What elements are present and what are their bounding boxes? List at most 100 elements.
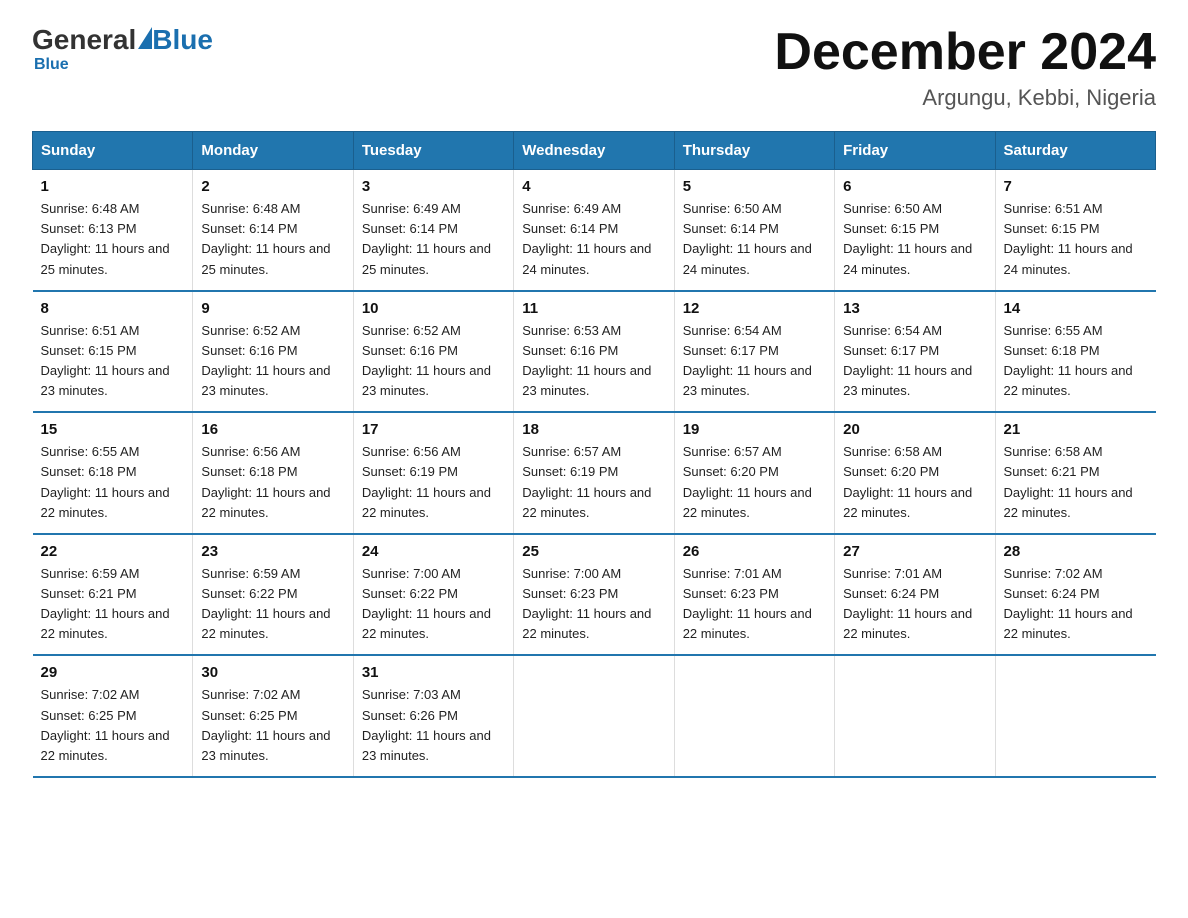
day-number: 26 [683, 543, 826, 560]
day-number: 9 [201, 300, 344, 317]
day-info: Sunrise: 6:49 AM Sunset: 6:14 PM Dayligh… [522, 199, 665, 280]
col-wednesday: Wednesday [514, 132, 674, 170]
day-number: 5 [683, 178, 826, 195]
day-info: Sunrise: 6:57 AM Sunset: 6:19 PM Dayligh… [522, 442, 665, 523]
day-number: 29 [41, 664, 185, 681]
day-number: 15 [41, 421, 185, 438]
calendar-day-cell: 12 Sunrise: 6:54 AM Sunset: 6:17 PM Dayl… [674, 291, 834, 413]
day-number: 31 [362, 664, 505, 681]
logo-blue-text: Blue [152, 24, 213, 56]
calendar-day-cell: 3 Sunrise: 6:49 AM Sunset: 6:14 PM Dayli… [353, 170, 513, 291]
logo: General Blue Blue [32, 24, 213, 74]
day-info: Sunrise: 7:03 AM Sunset: 6:26 PM Dayligh… [362, 685, 505, 766]
title-block: December 2024 Argungu, Kebbi, Nigeria [774, 24, 1156, 111]
calendar-day-cell: 14 Sunrise: 6:55 AM Sunset: 6:18 PM Dayl… [995, 291, 1155, 413]
calendar-day-cell: 6 Sunrise: 6:50 AM Sunset: 6:15 PM Dayli… [835, 170, 995, 291]
day-number: 22 [41, 543, 185, 560]
day-info: Sunrise: 7:01 AM Sunset: 6:24 PM Dayligh… [843, 564, 986, 645]
calendar-day-cell: 26 Sunrise: 7:01 AM Sunset: 6:23 PM Dayl… [674, 534, 834, 656]
day-info: Sunrise: 6:57 AM Sunset: 6:20 PM Dayligh… [683, 442, 826, 523]
calendar-day-cell: 27 Sunrise: 7:01 AM Sunset: 6:24 PM Dayl… [835, 534, 995, 656]
calendar-week-row: 29 Sunrise: 7:02 AM Sunset: 6:25 PM Dayl… [33, 655, 1156, 777]
day-info: Sunrise: 6:54 AM Sunset: 6:17 PM Dayligh… [843, 321, 986, 402]
col-friday: Friday [835, 132, 995, 170]
logo-subtitle: Blue [34, 56, 69, 74]
day-info: Sunrise: 6:52 AM Sunset: 6:16 PM Dayligh… [362, 321, 505, 402]
calendar-table: Sunday Monday Tuesday Wednesday Thursday… [32, 131, 1156, 778]
day-number: 6 [843, 178, 986, 195]
col-thursday: Thursday [674, 132, 834, 170]
day-number: 13 [843, 300, 986, 317]
calendar-day-cell: 1 Sunrise: 6:48 AM Sunset: 6:13 PM Dayli… [33, 170, 193, 291]
day-info: Sunrise: 7:02 AM Sunset: 6:25 PM Dayligh… [201, 685, 344, 766]
calendar-day-cell: 21 Sunrise: 6:58 AM Sunset: 6:21 PM Dayl… [995, 412, 1155, 534]
calendar-day-cell: 8 Sunrise: 6:51 AM Sunset: 6:15 PM Dayli… [33, 291, 193, 413]
calendar-day-cell: 9 Sunrise: 6:52 AM Sunset: 6:16 PM Dayli… [193, 291, 353, 413]
calendar-day-cell: 22 Sunrise: 6:59 AM Sunset: 6:21 PM Dayl… [33, 534, 193, 656]
col-sunday: Sunday [33, 132, 193, 170]
day-info: Sunrise: 6:56 AM Sunset: 6:19 PM Dayligh… [362, 442, 505, 523]
day-number: 28 [1004, 543, 1148, 560]
col-monday: Monday [193, 132, 353, 170]
day-number: 16 [201, 421, 344, 438]
day-info: Sunrise: 7:02 AM Sunset: 6:24 PM Dayligh… [1004, 564, 1148, 645]
day-info: Sunrise: 7:00 AM Sunset: 6:23 PM Dayligh… [522, 564, 665, 645]
day-number: 30 [201, 664, 344, 681]
day-number: 25 [522, 543, 665, 560]
calendar-day-cell: 11 Sunrise: 6:53 AM Sunset: 6:16 PM Dayl… [514, 291, 674, 413]
calendar-day-cell: 10 Sunrise: 6:52 AM Sunset: 6:16 PM Dayl… [353, 291, 513, 413]
calendar-day-cell [995, 655, 1155, 777]
day-info: Sunrise: 6:51 AM Sunset: 6:15 PM Dayligh… [1004, 199, 1148, 280]
day-number: 1 [41, 178, 185, 195]
calendar-header-row: Sunday Monday Tuesday Wednesday Thursday… [33, 132, 1156, 170]
calendar-day-cell: 4 Sunrise: 6:49 AM Sunset: 6:14 PM Dayli… [514, 170, 674, 291]
calendar-day-cell: 7 Sunrise: 6:51 AM Sunset: 6:15 PM Dayli… [995, 170, 1155, 291]
month-title: December 2024 [774, 24, 1156, 81]
day-info: Sunrise: 6:56 AM Sunset: 6:18 PM Dayligh… [201, 442, 344, 523]
day-number: 14 [1004, 300, 1148, 317]
calendar-day-cell: 28 Sunrise: 7:02 AM Sunset: 6:24 PM Dayl… [995, 534, 1155, 656]
calendar-day-cell: 29 Sunrise: 7:02 AM Sunset: 6:25 PM Dayl… [33, 655, 193, 777]
day-number: 4 [522, 178, 665, 195]
day-info: Sunrise: 6:52 AM Sunset: 6:16 PM Dayligh… [201, 321, 344, 402]
day-number: 7 [1004, 178, 1148, 195]
day-info: Sunrise: 6:54 AM Sunset: 6:17 PM Dayligh… [683, 321, 826, 402]
day-number: 17 [362, 421, 505, 438]
calendar-week-row: 8 Sunrise: 6:51 AM Sunset: 6:15 PM Dayli… [33, 291, 1156, 413]
day-number: 12 [683, 300, 826, 317]
calendar-week-row: 22 Sunrise: 6:59 AM Sunset: 6:21 PM Dayl… [33, 534, 1156, 656]
calendar-week-row: 1 Sunrise: 6:48 AM Sunset: 6:13 PM Dayli… [33, 170, 1156, 291]
calendar-day-cell: 18 Sunrise: 6:57 AM Sunset: 6:19 PM Dayl… [514, 412, 674, 534]
col-tuesday: Tuesday [353, 132, 513, 170]
day-number: 20 [843, 421, 986, 438]
day-info: Sunrise: 6:55 AM Sunset: 6:18 PM Dayligh… [1004, 321, 1148, 402]
day-number: 11 [522, 300, 665, 317]
day-info: Sunrise: 6:48 AM Sunset: 6:14 PM Dayligh… [201, 199, 344, 280]
calendar-day-cell: 2 Sunrise: 6:48 AM Sunset: 6:14 PM Dayli… [193, 170, 353, 291]
day-info: Sunrise: 6:50 AM Sunset: 6:15 PM Dayligh… [843, 199, 986, 280]
calendar-day-cell: 19 Sunrise: 6:57 AM Sunset: 6:20 PM Dayl… [674, 412, 834, 534]
day-number: 2 [201, 178, 344, 195]
day-info: Sunrise: 7:02 AM Sunset: 6:25 PM Dayligh… [41, 685, 185, 766]
col-saturday: Saturday [995, 132, 1155, 170]
day-number: 21 [1004, 421, 1148, 438]
logo-triangle-icon [138, 27, 152, 49]
day-info: Sunrise: 6:48 AM Sunset: 6:13 PM Dayligh… [41, 199, 185, 280]
day-info: Sunrise: 6:51 AM Sunset: 6:15 PM Dayligh… [41, 321, 185, 402]
day-info: Sunrise: 7:01 AM Sunset: 6:23 PM Dayligh… [683, 564, 826, 645]
day-number: 19 [683, 421, 826, 438]
calendar-day-cell: 17 Sunrise: 6:56 AM Sunset: 6:19 PM Dayl… [353, 412, 513, 534]
day-info: Sunrise: 6:55 AM Sunset: 6:18 PM Dayligh… [41, 442, 185, 523]
calendar-day-cell: 31 Sunrise: 7:03 AM Sunset: 6:26 PM Dayl… [353, 655, 513, 777]
calendar-day-cell [674, 655, 834, 777]
day-number: 18 [522, 421, 665, 438]
calendar-day-cell: 20 Sunrise: 6:58 AM Sunset: 6:20 PM Dayl… [835, 412, 995, 534]
calendar-day-cell: 16 Sunrise: 6:56 AM Sunset: 6:18 PM Dayl… [193, 412, 353, 534]
calendar-day-cell: 25 Sunrise: 7:00 AM Sunset: 6:23 PM Dayl… [514, 534, 674, 656]
calendar-day-cell: 23 Sunrise: 6:59 AM Sunset: 6:22 PM Dayl… [193, 534, 353, 656]
day-number: 27 [843, 543, 986, 560]
location-title: Argungu, Kebbi, Nigeria [774, 85, 1156, 111]
page-header: General Blue Blue December 2024 Argungu,… [32, 24, 1156, 111]
calendar-day-cell: 30 Sunrise: 7:02 AM Sunset: 6:25 PM Dayl… [193, 655, 353, 777]
day-info: Sunrise: 6:58 AM Sunset: 6:20 PM Dayligh… [843, 442, 986, 523]
